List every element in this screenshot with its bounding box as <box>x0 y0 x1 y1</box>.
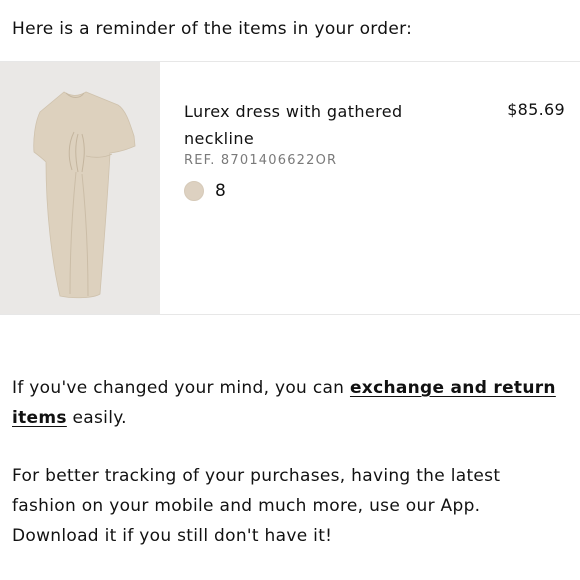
dress-illustration <box>0 62 160 314</box>
return-text-suffix: easily. <box>66 408 127 428</box>
return-info-text: If you've changed your mind, you can exc… <box>12 373 568 433</box>
product-name[interactable]: Lurex dress with gathered neckline <box>184 98 434 152</box>
order-item-card: Lurex dress with gathered neckline $85.6… <box>0 61 580 315</box>
return-text-prefix: If you've changed your mind, you can <box>12 378 350 398</box>
product-size: 8 <box>215 181 226 201</box>
product-price: $85.69 <box>507 100 565 119</box>
color-swatch <box>184 181 204 201</box>
app-promo-text: For better tracking of your purchases, h… <box>12 466 501 546</box>
product-image[interactable] <box>0 62 160 314</box>
order-reminder-heading: Here is a reminder of the items in your … <box>12 19 413 39</box>
product-reference: REF. 8701406622OR <box>184 153 338 168</box>
product-variant: 8 <box>184 181 226 201</box>
